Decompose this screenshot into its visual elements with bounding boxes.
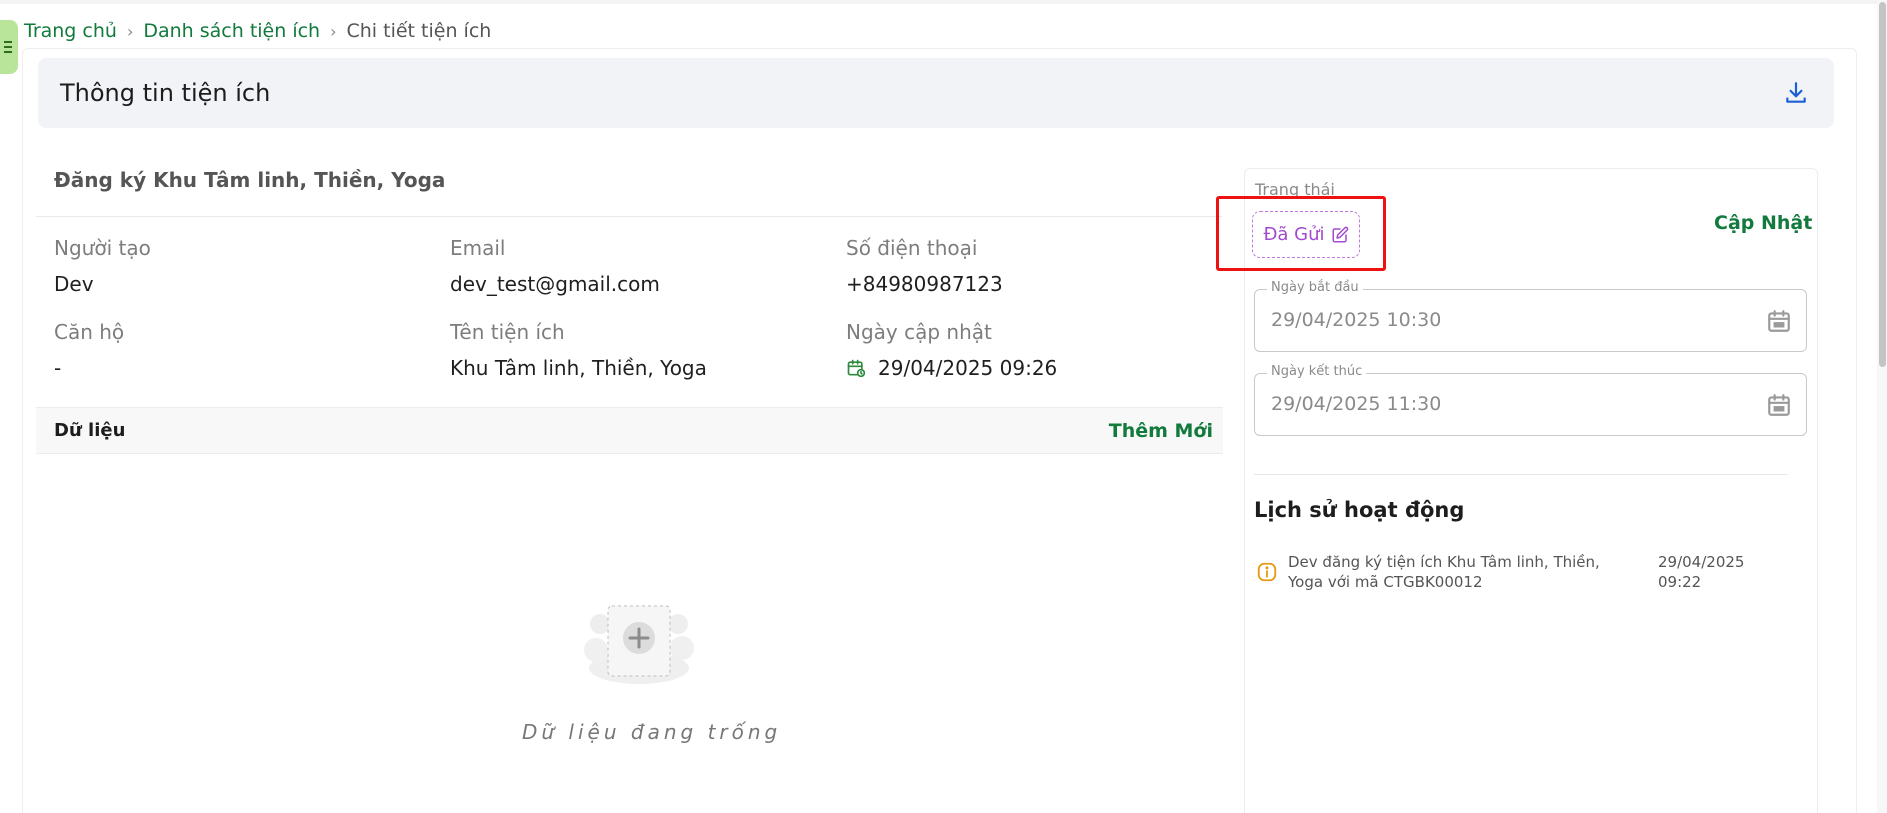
history-item: Dev đăng ký tiện ích Khu Tâm linh, Thiền… (1254, 552, 1802, 596)
end-date-label: Ngày kết thúc (1267, 364, 1367, 379)
start-date-field[interactable]: Ngày bắt đầu 29/04/2025 10:30 (1254, 280, 1807, 352)
divider (36, 216, 1222, 217)
apartment-info: Căn hộ - (54, 320, 124, 380)
sidebar-toggle-button[interactable] (0, 20, 18, 74)
updated-value: 29/04/2025 09:26 (878, 356, 1058, 380)
updated-label: Ngày cập nhật (846, 320, 992, 344)
status-value: Đã Gửi (1263, 224, 1325, 245)
end-date-value: 29/04/2025 11:30 (1271, 393, 1442, 415)
status-label: Trạng thái (1255, 180, 1335, 199)
data-section-label: Dữ liệu (54, 420, 126, 441)
email-label: Email (450, 236, 506, 260)
breadcrumb-list-link[interactable]: Danh sách tiện ích (143, 20, 320, 42)
apartment-value: - (54, 356, 62, 380)
history-time: 29/04/2025 09:22 (1658, 553, 1745, 591)
add-new-button[interactable]: Thêm Mới (1109, 420, 1213, 442)
divider (1254, 474, 1788, 475)
status-panel (1244, 168, 1818, 813)
breadcrumb: Trang chủ › Danh sách tiện ích › Chi tiế… (24, 18, 491, 44)
page-header: Thông tin tiện ích (38, 58, 1834, 128)
end-date-field[interactable]: Ngày kết thúc 29/04/2025 11:30 (1254, 364, 1807, 436)
phone-info: Số điện thoại +84980987123 (846, 236, 1003, 296)
start-date-value: 29/04/2025 10:30 (1271, 309, 1442, 331)
empty-data-text: Dữ liệu đang trống (522, 720, 782, 744)
email-value: dev_test@gmail.com (450, 272, 660, 296)
breadcrumb-separator: › (330, 21, 337, 41)
download-icon[interactable] (1780, 77, 1812, 109)
booking-title: Đăng ký Khu Tâm linh, Thiền, Yoga (54, 168, 446, 192)
creator-value: Dev (54, 272, 94, 296)
empty-data-icon (584, 605, 694, 684)
facility-label: Tên tiện ích (450, 320, 565, 344)
updated-info: Ngày cập nhật 29/04/2025 09:26 (846, 320, 1057, 380)
calendar-clock-icon (847, 359, 866, 378)
scrollbar-thumb[interactable] (1879, 2, 1886, 367)
top-edge (0, 0, 1887, 4)
creator-info: Người tạo Dev (54, 236, 151, 296)
updated-value-row: 29/04/2025 09:26 (846, 356, 1057, 380)
calendar-icon[interactable] (1766, 392, 1792, 418)
scrollbar[interactable] (1877, 0, 1887, 813)
info-icon (1257, 562, 1277, 582)
menu-icon (4, 46, 12, 48)
edit-icon (1332, 226, 1348, 242)
creator-label: Người tạo (54, 236, 151, 260)
email-info: Email dev_test@gmail.com (450, 236, 660, 296)
phone-value: +84980987123 (846, 272, 1003, 296)
data-section-header: Dữ liệu Thêm Mới (36, 407, 1223, 454)
activity-history-title: Lịch sử hoạt động (1254, 498, 1465, 522)
breadcrumb-home-link[interactable]: Trang chủ (24, 20, 117, 42)
update-status-button[interactable]: Cập Nhật (1714, 212, 1812, 234)
start-date-label: Ngày bắt đầu (1267, 280, 1363, 295)
facility-value: Khu Tâm linh, Thiền, Yoga (450, 356, 707, 380)
breadcrumb-current: Chi tiết tiện ích (346, 20, 492, 42)
facility-info: Tên tiện ích Khu Tâm linh, Thiền, Yoga (450, 320, 707, 380)
status-badge[interactable]: Đã Gửi (1252, 211, 1360, 258)
history-text: Dev đăng ký tiện ích Khu Tâm linh, Thiền… (1288, 553, 1600, 591)
calendar-icon[interactable] (1766, 308, 1792, 334)
breadcrumb-separator: › (126, 21, 134, 41)
phone-label: Số điện thoại (846, 236, 978, 260)
apartment-label: Căn hộ (54, 320, 125, 344)
page-title: Thông tin tiện ích (60, 79, 271, 107)
